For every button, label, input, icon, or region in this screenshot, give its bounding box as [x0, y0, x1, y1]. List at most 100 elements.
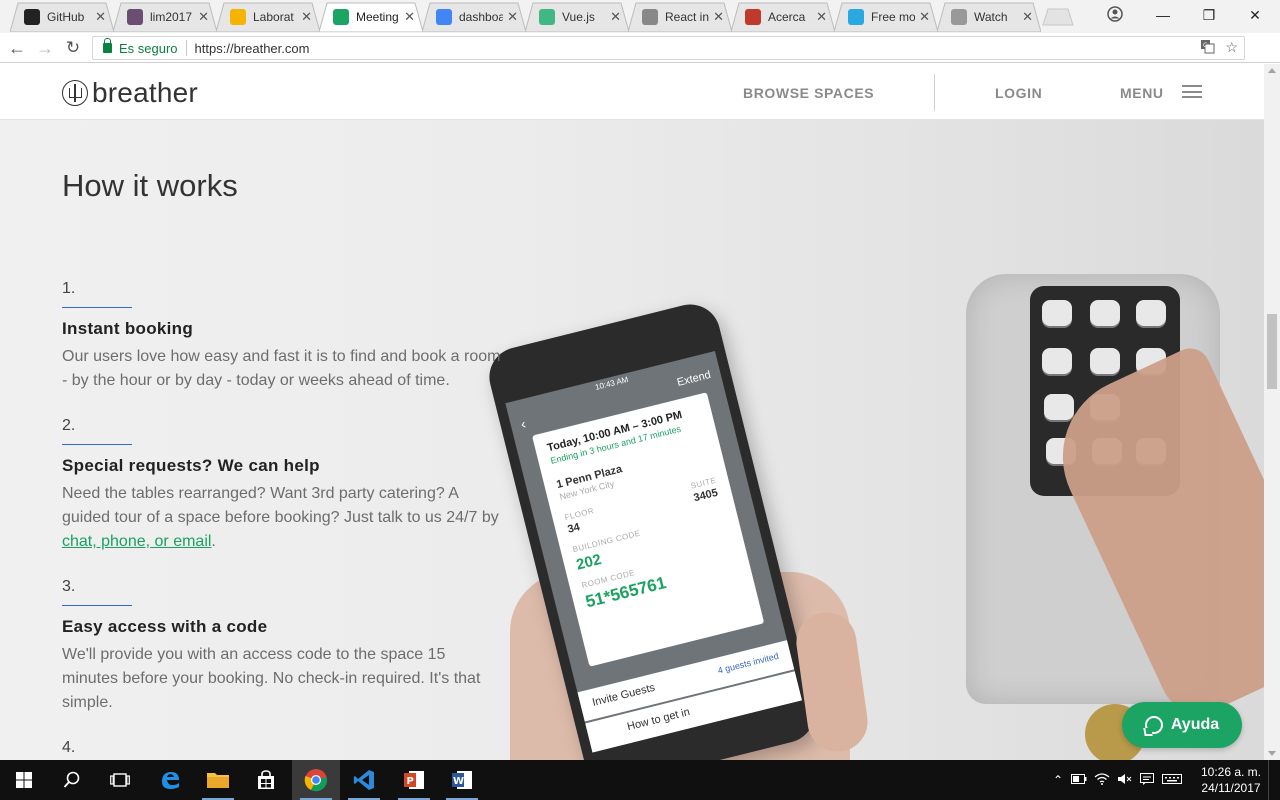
forward-arrow-icon[interactable]: → — [34, 37, 56, 59]
tab-close-icon[interactable]: ✕ — [507, 9, 518, 25]
breather-logo[interactable]: breather — [62, 77, 198, 109]
step-4: 4. — [62, 739, 502, 757]
tab-title: Vue.js — [562, 10, 595, 24]
wifi-icon[interactable] — [1090, 772, 1114, 788]
tab-close-icon[interactable]: ✕ — [816, 9, 827, 25]
close-window-button[interactable]: ✕ — [1232, 0, 1278, 30]
store-icon[interactable] — [242, 760, 290, 800]
notifications-icon[interactable] — [1136, 772, 1158, 788]
tab-close-icon[interactable]: ✕ — [1022, 9, 1033, 25]
tab-close-icon[interactable]: ✕ — [404, 9, 415, 25]
battery-icon[interactable] — [1068, 773, 1090, 787]
tab-title: Acerca — [768, 10, 806, 24]
tab-dashboa[interactable]: dashboa ✕ — [422, 2, 526, 32]
tab-lim2017[interactable]: lim2017 ✕ — [113, 2, 217, 32]
scroll-down-icon[interactable] — [1268, 751, 1276, 756]
bookmark-star-icon[interactable]: ☆ — [1225, 39, 1238, 57]
translate-icon[interactable]: G — [1200, 39, 1215, 57]
profile-icon[interactable] — [1107, 6, 1123, 22]
scroll-up-icon[interactable] — [1268, 68, 1276, 73]
tray-expand-icon[interactable]: ⌃ — [1048, 773, 1068, 787]
tab-close-icon[interactable]: ✕ — [713, 9, 724, 25]
svg-text:W: W — [453, 776, 464, 787]
apple-icon — [951, 9, 967, 25]
invite-guests-label: Invite Guests — [591, 681, 657, 709]
step-title: Easy access with a code — [62, 617, 268, 636]
show-desktop-button[interactable] — [1268, 760, 1280, 800]
menu-link[interactable]: MENU — [1120, 85, 1164, 101]
page-scrollbar[interactable] — [1264, 64, 1280, 760]
tab-close-icon[interactable]: ✕ — [198, 9, 209, 25]
minimize-button[interactable]: — — [1140, 0, 1186, 30]
vue-icon — [539, 9, 555, 25]
step-number: 1. — [62, 280, 76, 297]
tab-react-in[interactable]: React in ✕ — [628, 2, 732, 32]
tab-vue-js[interactable]: Vue.js ✕ — [525, 2, 629, 32]
invite-guests-count: 4 guests invited — [716, 650, 780, 676]
phone-extend: Extend — [675, 368, 713, 389]
google-icon — [436, 9, 452, 25]
svg-text:P: P — [407, 776, 414, 787]
powerpoint-icon[interactable]: P — [390, 760, 438, 800]
nav-divider — [934, 74, 935, 111]
tab-title: dashboa — [459, 10, 504, 24]
tab-close-icon[interactable]: ✕ — [301, 9, 312, 25]
task-view-icon[interactable] — [96, 760, 144, 800]
vscode-icon[interactable] — [340, 760, 388, 800]
back-arrow-icon[interactable]: ← — [6, 37, 28, 59]
new-tab-button[interactable] — [1042, 8, 1074, 26]
tab-meeting[interactable]: Meeting ✕ — [319, 2, 423, 32]
step-rule — [62, 444, 132, 445]
tab-github[interactable]: GitHub ✕ — [10, 2, 114, 32]
search-icon[interactable] — [48, 760, 96, 800]
step-1: 1. Instant booking Our users love how ea… — [62, 280, 502, 393]
tab-close-icon[interactable]: ✕ — [95, 9, 106, 25]
system-tray: ⌃ — [1048, 760, 1186, 800]
breather-icon — [333, 9, 349, 25]
tab-laborat[interactable]: Laborat ✕ — [216, 2, 320, 32]
address-bar[interactable]: Es seguro https://breather.com G ☆ — [92, 36, 1245, 60]
tab-close-icon[interactable]: ✕ — [610, 9, 621, 25]
page-viewport: 10:43 AM ‹ Extend Today, 10:00 AM – 3:00… — [0, 64, 1264, 760]
tab-title: Laborat — [253, 10, 294, 24]
volume-muted-icon[interactable] — [1114, 773, 1136, 788]
step-number: 2. — [62, 417, 76, 434]
hamburger-icon[interactable] — [1182, 85, 1202, 98]
chat-bubble-icon — [1144, 716, 1163, 734]
keyboard-icon[interactable] — [1158, 773, 1186, 787]
file-explorer-icon[interactable] — [194, 760, 242, 800]
svg-text:G: G — [1203, 42, 1208, 49]
scroll-thumb[interactable] — [1267, 314, 1277, 389]
step-number: 4. — [62, 739, 76, 756]
document-icon — [642, 9, 658, 25]
tab-free-mo[interactable]: Free mo ✕ — [834, 2, 938, 32]
contact-link[interactable]: chat, phone, or email — [62, 533, 211, 550]
edge-browser-icon[interactable] — [146, 760, 194, 800]
step-2: 2. Special requests? We can help Need th… — [62, 417, 502, 554]
logo-text: breather — [92, 77, 198, 108]
section-title: How it works — [62, 168, 238, 203]
help-chat-button[interactable]: Ayuda — [1122, 702, 1242, 748]
breather-tree-icon — [62, 80, 88, 106]
lock-icon — [103, 38, 112, 53]
step-title: Instant booking — [62, 319, 194, 338]
tab-watch[interactable]: Watch ✕ — [937, 2, 1041, 32]
tab-title: React in — [665, 10, 710, 24]
step-text-end: . — [211, 533, 216, 550]
word-icon[interactable]: W — [438, 760, 486, 800]
clock-time: 10:26 a. m. — [1200, 765, 1262, 779]
laboratoria-icon — [230, 9, 246, 25]
tab-close-icon[interactable]: ✕ — [919, 9, 930, 25]
restore-button[interactable]: ❐ — [1186, 0, 1232, 30]
tab-title: Watch — [974, 10, 1008, 24]
chrome-taskbar-icon[interactable] — [292, 760, 340, 800]
windows-start-icon[interactable] — [0, 760, 48, 800]
login-link[interactable]: LOGIN — [995, 85, 1042, 101]
browse-spaces-link[interactable]: BROWSE SPACES — [743, 85, 874, 101]
step-text-body: Need the tables rearranged? Want 3rd par… — [62, 485, 499, 526]
url-text[interactable]: https://breather.com — [195, 41, 310, 56]
tab-title: Free mo — [871, 10, 916, 24]
reload-icon[interactable]: ↻ — [62, 37, 84, 59]
tab-acerca[interactable]: Acerca ✕ — [731, 2, 835, 32]
taskbar-clock[interactable]: 10:26 a. m. 24/11/2017 — [1196, 764, 1266, 796]
